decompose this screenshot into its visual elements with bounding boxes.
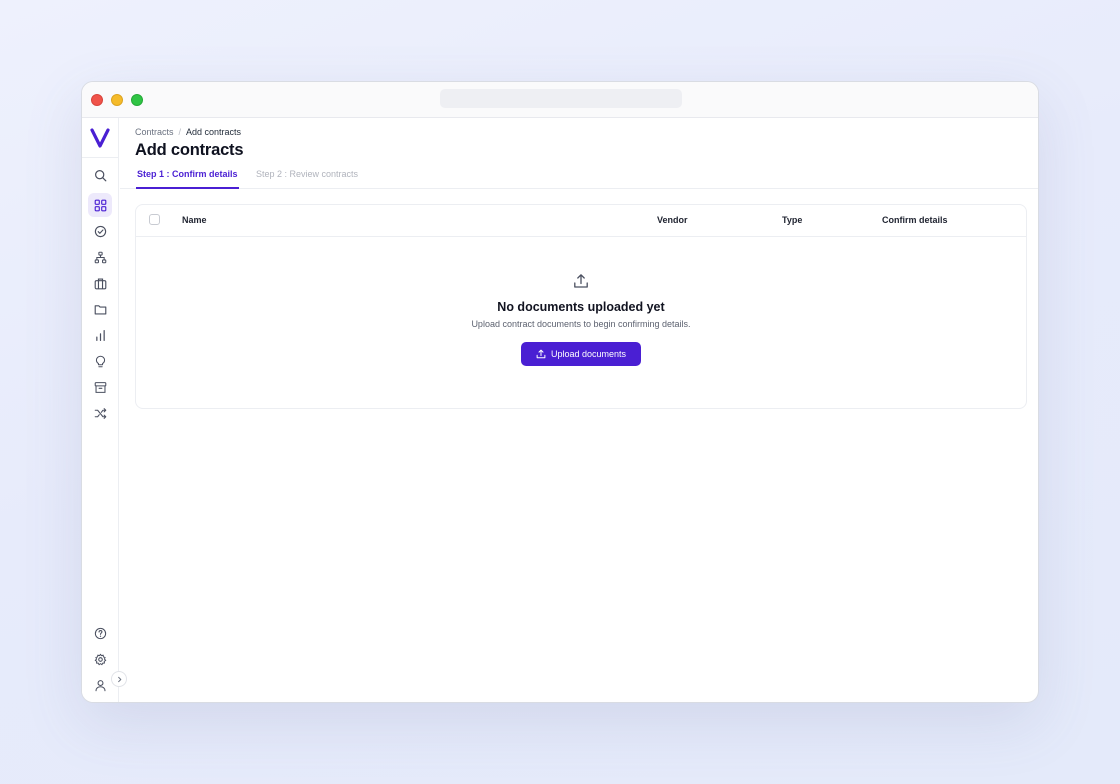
breadcrumb: Contracts / Add contracts [135,127,241,137]
bar-chart-icon [95,329,105,341]
sidebar-item-tasks[interactable] [88,219,112,243]
gear-icon [94,653,106,665]
upload-icon [574,274,588,288]
upload-documents-button[interactable]: Upload documents [521,342,641,366]
grid-icon [94,199,106,211]
column-header-vendor[interactable]: Vendor [657,215,688,225]
sidebar-item-workflows[interactable] [88,401,112,425]
sidebar-item-settings[interactable] [88,647,112,671]
lightbulb-icon [95,355,105,367]
sidebar-item-help[interactable] [88,621,112,645]
check-circle-icon [94,225,106,237]
sidebar-item-insights[interactable] [88,349,112,373]
sidebar-item-search[interactable] [88,163,112,187]
sidebar-item-vendors[interactable] [88,271,112,295]
app-logo[interactable] [88,126,112,150]
sidebar-item-archive[interactable] [88,375,112,399]
shuffle-icon [94,407,106,419]
upload-documents-label: Upload documents [550,349,627,359]
search-icon [94,169,106,181]
sidebar [82,118,119,702]
table-header: Name Vendor Type Confirm details [136,205,1026,237]
empty-state-subtitle: Upload contract documents to begin confi… [471,319,691,329]
user-icon [95,679,105,691]
breadcrumb-contracts-link[interactable]: Contracts [135,127,174,137]
logo-mark-icon [90,128,110,148]
title-bar [82,82,1038,118]
step-tabs: Step 1 : Confirm details Step 2 : Review… [120,166,1038,189]
breadcrumb-current: Add contracts [186,127,242,137]
sidebar-divider [82,157,119,158]
page-title: Add contracts [135,141,244,159]
maximize-window-button[interactable] [131,94,143,106]
sidebar-item-organization[interactable] [88,245,112,269]
briefcase-icon [94,277,106,289]
sidebar-item-dashboard[interactable] [88,193,112,217]
sidebar-item-profile[interactable] [88,673,112,697]
tab-step-2-review-contracts[interactable]: Step 2 : Review contracts [256,169,358,189]
minimize-window-button[interactable] [111,94,123,106]
tab-step-1-confirm-details[interactable]: Step 1 : Confirm details [136,169,239,189]
breadcrumb-separator: / [178,127,182,137]
close-window-button[interactable] [91,94,103,106]
help-icon [94,627,106,639]
browser-window: Contracts / Add contracts Add contracts … [81,81,1039,703]
column-header-type[interactable]: Type [782,215,802,225]
column-header-confirm-details[interactable]: Confirm details [882,215,948,225]
sidebar-item-documents[interactable] [88,297,112,321]
chevron-right-icon [117,676,121,682]
hierarchy-icon [94,251,106,263]
folder-icon [94,304,106,315]
empty-state-upload-icon [573,273,589,289]
sidebar-item-analytics[interactable] [88,323,112,347]
main-content: Contracts / Add contracts Add contracts … [120,118,1038,702]
address-bar[interactable] [440,89,682,108]
column-header-name[interactable]: Name [182,215,207,225]
sidebar-collapse-button[interactable] [111,671,127,687]
empty-state-title: No documents uploaded yet [497,300,665,314]
upload-icon [536,349,546,359]
archive-icon [94,381,106,393]
contracts-table: Name Vendor Type Confirm details No docu… [135,204,1027,409]
select-all-checkbox[interactable] [149,214,160,225]
